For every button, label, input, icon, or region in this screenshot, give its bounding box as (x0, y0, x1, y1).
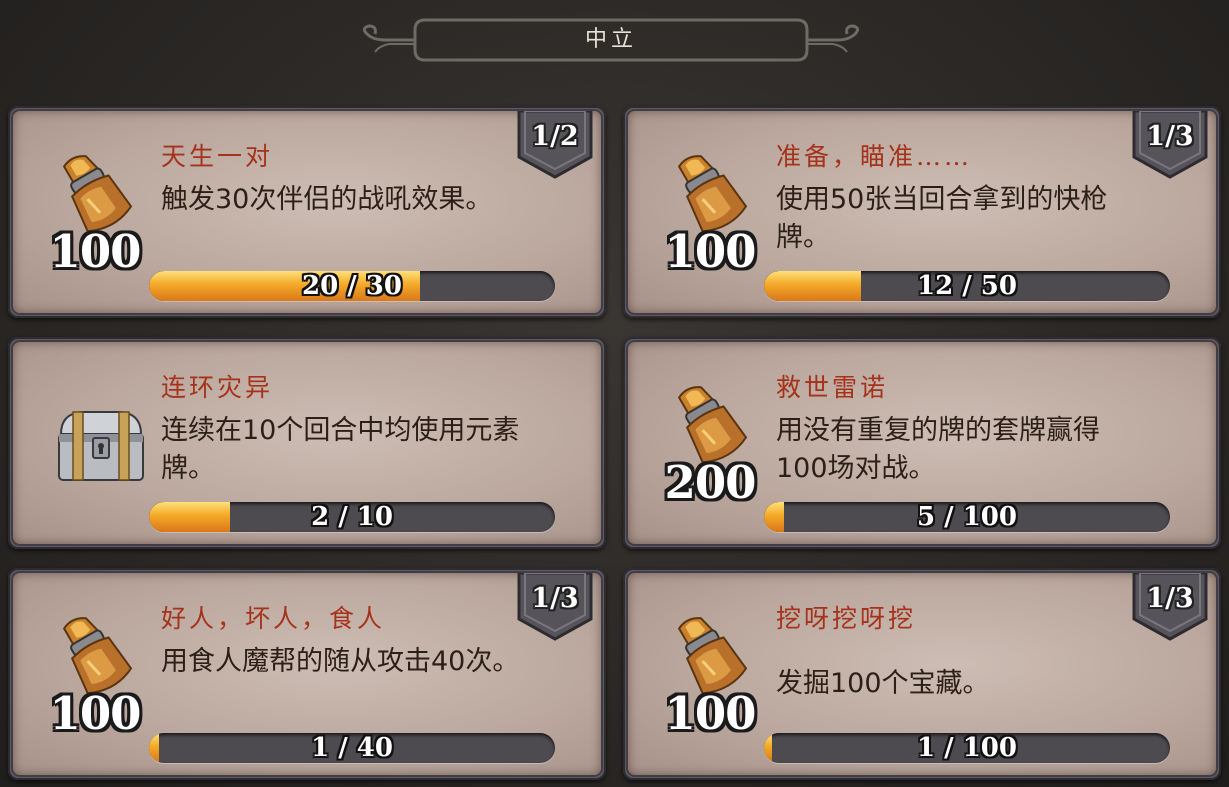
quest-title: 好人，坏人，食人 (161, 604, 386, 633)
quest-description: 连续在10个回合中均使用元素牌。 (161, 415, 520, 484)
category-title: 中立 (584, 27, 637, 52)
reward-amount: 100 (49, 687, 142, 740)
quest-reward: 100 (650, 151, 770, 281)
quest-description: 发掘100个宝藏。 (776, 668, 990, 699)
silver-chest-icon (51, 404, 151, 494)
quest-title: 天生一对 (161, 142, 274, 171)
quest-description: 用食人魔帮的随从攻击40次。 (161, 646, 520, 677)
quest-progress-bar: 20 / 30 (149, 271, 555, 301)
quest-reward: 100 (650, 613, 770, 743)
quest-stage-badge: 1/3 (1130, 573, 1210, 643)
quest-stage-badge: 1/2 (515, 111, 595, 181)
category-header: 中立 (355, 14, 867, 66)
quest-progress-bar: 2 / 10 (149, 502, 555, 532)
quest-stage-text: 1/3 (1146, 583, 1194, 614)
quest-progress-text: 1 / 40 (311, 733, 393, 763)
quest-title: 救世雷诺 (776, 373, 889, 402)
quest-card[interactable]: 100 1/3 挖呀挖呀挖发掘100个宝藏。 1 / 100 (623, 568, 1221, 780)
quest-stage-text: 1/2 (531, 121, 579, 152)
quest-progress-text: 5 / 100 (917, 502, 1017, 532)
quest-card[interactable]: 100 1/2 天生一对触发30次伴侣的战吼效果。 20 / 30 (8, 106, 606, 318)
quest-stage-text: 1/3 (1146, 121, 1194, 152)
reward-amount: 100 (664, 225, 757, 278)
quest-progress-text: 12 / 50 (917, 271, 1017, 301)
quest-title: 挖呀挖呀挖 (776, 604, 917, 633)
quest-card-body: 100 1/3 准备，瞄准…… 使用50张当回合拿到的快枪牌。 12 / 50 (628, 111, 1216, 313)
quest-card-body: 200 救世雷诺用没有重复的牌的套牌赢得100场对战。 5 / 100 (628, 342, 1216, 544)
quest-reward: 100 (35, 151, 155, 281)
quest-card[interactable]: 100 1/3 准备，瞄准…… 使用50张当回合拿到的快枪牌。 12 / 50 (623, 106, 1221, 318)
quest-stage-badge: 1/3 (1130, 111, 1210, 181)
quest-description: 触发30次伴侣的战吼效果。 (161, 184, 493, 215)
quest-reward: 200 (650, 382, 770, 512)
quest-card-body: 100 1/3 挖呀挖呀挖发掘100个宝藏。 1 / 100 (628, 573, 1216, 775)
quest-card[interactable]: 200 救世雷诺用没有重复的牌的套牌赢得100场对战。 5 / 100 (623, 337, 1221, 549)
quest-title: 准备，瞄准…… (776, 142, 973, 171)
quest-progress-text: 2 / 10 (311, 502, 393, 532)
quest-stage-badge: 1/3 (515, 573, 595, 643)
reward-amount: 100 (49, 225, 142, 278)
quest-description: 用没有重复的牌的套牌赢得100场对战。 (776, 415, 1100, 484)
quest-reward (35, 382, 155, 512)
quest-description: 使用50张当回合拿到的快枪牌。 (776, 184, 1108, 253)
quest-card[interactable]: 100 1/3 好人，坏人，食人用食人魔帮的随从攻击40次。 1 / 40 (8, 568, 606, 780)
quest-card-body: 连环灾异连续在10个回合中均使用元素牌。 2 / 10 (13, 342, 601, 544)
quest-progress-bar: 1 / 40 (149, 733, 555, 763)
quest-progress-bar: 1 / 100 (764, 733, 1170, 763)
quest-stage-text: 1/3 (531, 583, 579, 614)
reward-amount: 200 (664, 456, 757, 509)
quest-progress-bar: 12 / 50 (764, 271, 1170, 301)
quest-card-body: 100 1/2 天生一对触发30次伴侣的战吼效果。 20 / 30 (13, 111, 601, 313)
quest-progress-text: 20 / 30 (302, 271, 402, 301)
reward-amount: 100 (664, 687, 757, 740)
quest-card-body: 100 1/3 好人，坏人，食人用食人魔帮的随从攻击40次。 1 / 40 (13, 573, 601, 775)
quest-progress-bar: 5 / 100 (764, 502, 1170, 532)
quest-title: 连环灾异 (161, 373, 274, 402)
quest-card[interactable]: 连环灾异连续在10个回合中均使用元素牌。 2 / 10 (8, 337, 606, 549)
quest-reward: 100 (35, 613, 155, 743)
quest-progress-text: 1 / 100 (917, 733, 1017, 763)
